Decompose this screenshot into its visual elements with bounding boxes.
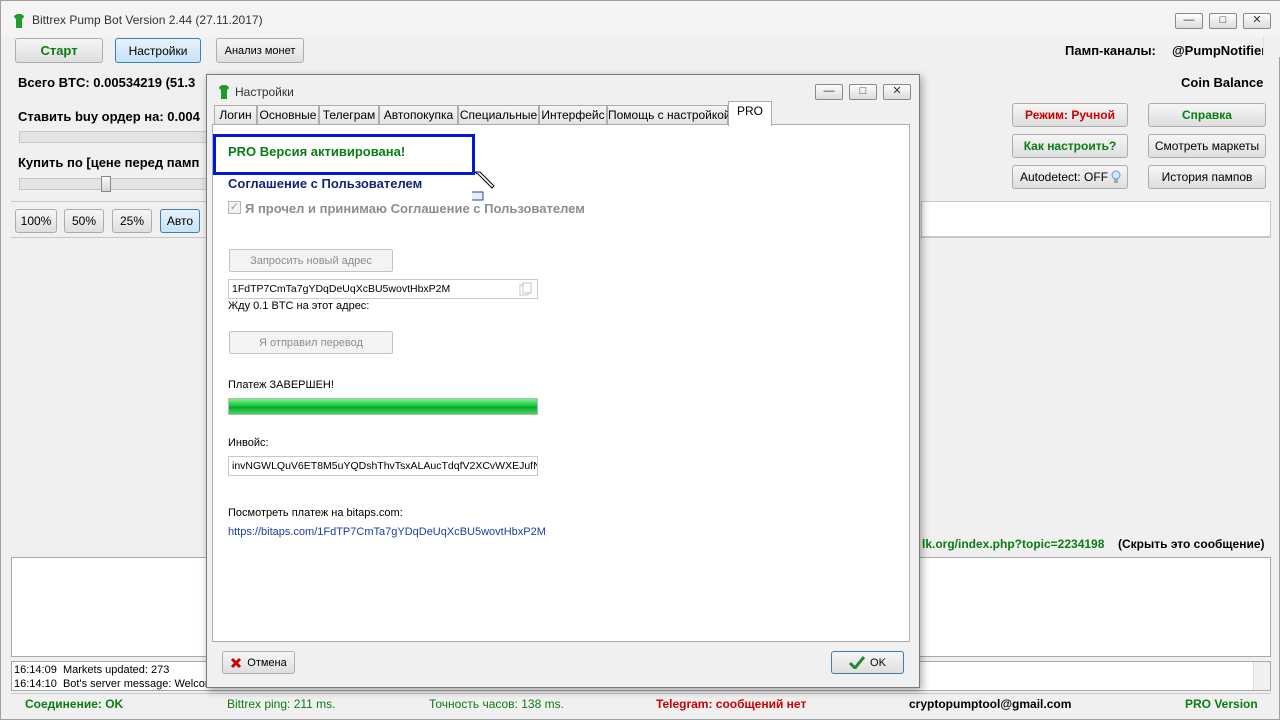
agreement-checkbox[interactable]: ✓: [228, 201, 241, 214]
buy-at-slider-thumb[interactable]: [101, 176, 111, 192]
invoice-field[interactable]: invNGWLQuV6ET8M5uYQDshThvTsxALAucTdqfV2X…: [228, 456, 538, 476]
payment-status-label: Платеж ЗАВЕРШЕН!: [228, 379, 334, 391]
percent-50-button[interactable]: 50%: [64, 209, 104, 233]
minimize-icon[interactable]: —: [815, 84, 843, 100]
pump-history-label: История пампов: [1161, 170, 1253, 184]
connection-status: Соединение: OK: [25, 697, 124, 711]
tab-interface[interactable]: Интерфейс: [539, 105, 607, 125]
tab-special[interactable]: Специальные: [458, 105, 539, 125]
progress-fill: [229, 399, 537, 414]
email-status: cryptopumptool@gmail.com: [909, 697, 1072, 711]
tab-setup-help[interactable]: Помощь с настройкой: [607, 105, 731, 125]
percent-25-button[interactable]: 25%: [112, 209, 152, 233]
tab-autobuy[interactable]: Автопокупка: [379, 105, 458, 125]
btc-address-field[interactable]: 1FdTP7CmTa7gYDqDeUqXcBU5wovtHbxP2M: [228, 279, 538, 299]
cancel-button[interactable]: Отмена: [222, 651, 295, 674]
mode-button[interactable]: Режим: Ручной: [1012, 103, 1128, 127]
how-to-configure-button[interactable]: Как настроить?: [1012, 134, 1128, 158]
view-payment-label: Посмотреть платеж на bitaps.com:: [228, 507, 403, 519]
view-markets-button[interactable]: Смотреть маркеты: [1148, 134, 1266, 158]
tab-login[interactable]: Логин: [214, 105, 257, 125]
tab-telegram[interactable]: Телеграм: [319, 105, 379, 125]
coin-balance-label: Coin Balance: [1181, 75, 1264, 90]
auto-button[interactable]: Авто: [160, 209, 200, 233]
settings-button[interactable]: Настройки: [115, 38, 201, 63]
market-panel-header: [921, 201, 1271, 237]
ok-button[interactable]: OK: [831, 651, 904, 674]
main-window-title: Bittrex Pump Bot Version 2.44 (27.11.201…: [32, 13, 263, 27]
buy-at-label: Купить по [цене перед памп: [18, 155, 200, 170]
request-address-button[interactable]: Запросить новый адрес: [229, 249, 393, 272]
maximize-icon[interactable]: □: [849, 84, 877, 100]
ping-status: Bittrex ping: 211 ms.: [227, 697, 336, 711]
buy-order-slider[interactable]: [19, 131, 209, 143]
tshirt-icon: [14, 14, 24, 28]
coin-analysis-button[interactable]: Анализ монет: [216, 38, 304, 63]
pro-activated-label: PRO Версия активирована!: [228, 144, 406, 159]
topic-link[interactable]: lk.org/index.php?topic=2234198: [922, 537, 1104, 551]
agreement-checkbox-label: Я прочел и принимаю Соглашение с Пользов…: [245, 201, 585, 216]
pump-history-button[interactable]: История пампов: [1148, 165, 1266, 189]
cancel-x-icon: [231, 657, 242, 668]
status-bar: [11, 693, 1271, 715]
pump-channel-name: @PumpNotifier: [1172, 43, 1267, 58]
autodetect-label: Autodetect: OFF: [1020, 170, 1109, 184]
agreement-heading: Соглашение с Пользователем: [228, 176, 423, 191]
minimize-icon[interactable]: —: [1175, 13, 1203, 29]
copy-icon[interactable]: [519, 282, 533, 297]
hide-message-link[interactable]: (Скрыть это сообщение): [1118, 537, 1265, 551]
ok-label: OK: [870, 656, 886, 669]
help-button[interactable]: Справка: [1148, 103, 1266, 127]
clock-status: Точность часов: 138 ms.: [429, 697, 564, 711]
close-icon[interactable]: ✕: [883, 84, 911, 100]
tshirt-icon: [219, 85, 229, 99]
top-scrollbar[interactable]: [1263, 37, 1280, 57]
payment-link[interactable]: https://bitaps.com/1FdTP7CmTa7gYDqDeUqXc…: [228, 526, 546, 538]
buy-at-slider[interactable]: [19, 178, 209, 190]
tab-pro[interactable]: PRO: [728, 101, 772, 126]
dialog-title: Настройки: [235, 85, 294, 99]
payment-progress-bar: [228, 398, 538, 415]
autodetect-button[interactable]: Autodetect: OFF: [1012, 165, 1128, 189]
close-icon[interactable]: ✕: [1243, 13, 1271, 29]
lightbulb-icon: [1111, 170, 1121, 183]
invoice-label: Инвойс:: [228, 437, 269, 449]
percent-100-button[interactable]: 100%: [15, 209, 57, 233]
log-line: 16:14:10 Bot's server message: Welcor: [14, 678, 209, 690]
total-btc-label: Всего BTC: 0.00534219 (51.3: [18, 75, 196, 90]
start-button[interactable]: Старт: [15, 38, 103, 63]
log-line: 16:14:09 Markets updated: 273: [14, 664, 170, 676]
waiting-text: Жду 0.1 BTC на этот адрес:: [228, 300, 370, 312]
cancel-label: Отмена: [247, 656, 287, 669]
pump-channels-label: Памп-каналы:: [1065, 43, 1156, 58]
cursor-icon: [472, 171, 495, 201]
checkmark-icon: [849, 656, 866, 669]
telegram-status: Telegram: сообщений нет: [656, 697, 807, 711]
tab-general[interactable]: Основные: [257, 105, 319, 125]
buy-order-label: Ставить buy ордер на: 0.004: [18, 109, 200, 124]
version-status: PRO Version: [1185, 697, 1258, 711]
log-scrollbar[interactable]: [1253, 662, 1270, 690]
sent-transfer-button[interactable]: Я отправил перевод: [229, 331, 393, 354]
divider: [11, 201, 207, 202]
maximize-icon[interactable]: □: [1209, 13, 1237, 29]
